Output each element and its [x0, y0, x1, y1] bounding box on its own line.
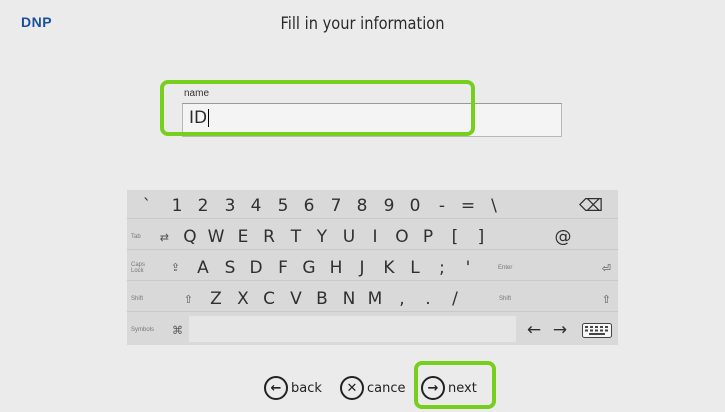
- key-j[interactable]: J: [352, 255, 372, 281]
- key-6[interactable]: 6: [299, 193, 319, 219]
- enter-icon: ⏎: [601, 262, 611, 275]
- cancel-button[interactable]: ✕ cance: [340, 376, 406, 400]
- key-e[interactable]: E: [233, 224, 253, 250]
- cancel-button-label: cance: [367, 380, 406, 396]
- arrow-left-circle-icon: ←: [264, 376, 288, 400]
- key-l[interactable]: L: [405, 255, 425, 281]
- arrow-right-circle-icon: →: [421, 376, 445, 400]
- backspace-icon: ⌫: [578, 196, 604, 216]
- key-7[interactable]: 7: [326, 193, 346, 219]
- key-9[interactable]: 9: [379, 193, 399, 219]
- arrow-left-icon: ←: [526, 320, 542, 340]
- key-u[interactable]: U: [339, 224, 359, 250]
- key-w[interactable]: W: [206, 224, 226, 250]
- key-backtick[interactable]: `: [127, 193, 167, 219]
- command-icon: ⌘: [172, 324, 183, 337]
- close-circle-icon: ✕: [340, 376, 364, 400]
- key-equals[interactable]: =: [458, 193, 478, 219]
- right-shift-key[interactable]: Shift ⇧: [471, 286, 615, 312]
- key-3[interactable]: 3: [220, 193, 240, 219]
- key-1[interactable]: 1: [167, 193, 187, 219]
- next-button-label: next: [448, 380, 477, 396]
- name-field-label: name: [184, 88, 210, 99]
- cursor-right-key[interactable]: →: [547, 317, 573, 343]
- key-s[interactable]: S: [220, 255, 240, 281]
- back-button-label: back: [291, 380, 322, 396]
- page-title: Fill in your information: [280, 14, 445, 34]
- key-semicolon[interactable]: ;: [432, 255, 452, 281]
- text-caret: [208, 109, 210, 127]
- key-0[interactable]: 0: [405, 193, 425, 219]
- key-period[interactable]: .: [418, 286, 438, 312]
- key-at[interactable]: @: [511, 224, 615, 250]
- shift-icon: ⇧: [601, 293, 611, 306]
- key-v[interactable]: V: [286, 286, 306, 312]
- key-minus[interactable]: -: [432, 193, 452, 219]
- key-c[interactable]: C: [259, 286, 279, 312]
- key-o[interactable]: O: [392, 224, 412, 250]
- key-q[interactable]: Q: [180, 224, 200, 250]
- key-t[interactable]: T: [286, 224, 306, 250]
- key-a[interactable]: A: [193, 255, 213, 281]
- key-r[interactable]: R: [259, 224, 279, 250]
- enter-key-label: Enter: [498, 265, 513, 271]
- symbols-key-label: Symbols: [131, 327, 155, 333]
- key-p[interactable]: P: [418, 224, 438, 250]
- key-backslash[interactable]: \: [484, 193, 504, 219]
- key-m[interactable]: M: [365, 286, 385, 312]
- key-8[interactable]: 8: [352, 193, 372, 219]
- key-x[interactable]: X: [233, 286, 253, 312]
- enter-key[interactable]: Enter ⏎: [484, 255, 615, 281]
- name-input[interactable]: ID: [182, 104, 562, 137]
- keyboard-icon: [582, 322, 612, 338]
- tab-key-label: Tab: [131, 234, 141, 240]
- key-right-bracket[interactable]: ]: [471, 224, 491, 250]
- key-4[interactable]: 4: [246, 193, 266, 219]
- key-k[interactable]: K: [379, 255, 399, 281]
- name-input-value: ID: [189, 108, 208, 128]
- key-f[interactable]: F: [273, 255, 293, 281]
- key-g[interactable]: G: [299, 255, 319, 281]
- shift-icon: ⇧: [183, 293, 193, 306]
- key-d[interactable]: D: [246, 255, 266, 281]
- key-b[interactable]: B: [312, 286, 332, 312]
- tab-key[interactable]: Tab ⇄: [127, 224, 173, 250]
- key-comma[interactable]: ,: [392, 286, 412, 312]
- key-z[interactable]: Z: [206, 286, 226, 312]
- key-i[interactable]: I: [365, 224, 385, 250]
- left-shift-label: Shift: [131, 296, 144, 302]
- caps-lock-label: Caps Lock: [131, 262, 146, 274]
- key-left-bracket[interactable]: [: [445, 224, 465, 250]
- space-bar[interactable]: [189, 316, 516, 342]
- tab-arrows-icon: ⇄: [159, 231, 169, 244]
- key-quote[interactable]: ': [458, 255, 478, 281]
- symbols-key[interactable]: Symbols ⌘: [127, 317, 187, 343]
- brand-logo: DNP: [21, 14, 53, 30]
- next-button[interactable]: → next: [421, 376, 477, 400]
- hide-keyboard-key[interactable]: [579, 317, 615, 343]
- key-h[interactable]: H: [326, 255, 346, 281]
- cursor-left-key[interactable]: ←: [521, 317, 547, 343]
- caps-lock-icon: ⇪: [170, 262, 180, 274]
- key-slash[interactable]: /: [445, 286, 465, 312]
- caps-lock-key[interactable]: Caps Lock ⇪: [127, 255, 184, 281]
- backspace-key[interactable]: ⌫: [567, 193, 615, 219]
- key-n[interactable]: N: [339, 286, 359, 312]
- onscreen-keyboard: ` 1 2 3 4 5 6 7 8 9 0 - = \ ⌫ Tab ⇄ Q W E…: [127, 190, 618, 345]
- key-2[interactable]: 2: [193, 193, 213, 219]
- key-y[interactable]: Y: [312, 224, 332, 250]
- right-shift-label: Shift: [499, 296, 512, 302]
- arrow-right-icon: →: [552, 320, 568, 340]
- left-shift-key[interactable]: Shift ⇧: [127, 286, 197, 312]
- key-5[interactable]: 5: [273, 193, 293, 219]
- back-button[interactable]: ← back: [264, 376, 322, 400]
